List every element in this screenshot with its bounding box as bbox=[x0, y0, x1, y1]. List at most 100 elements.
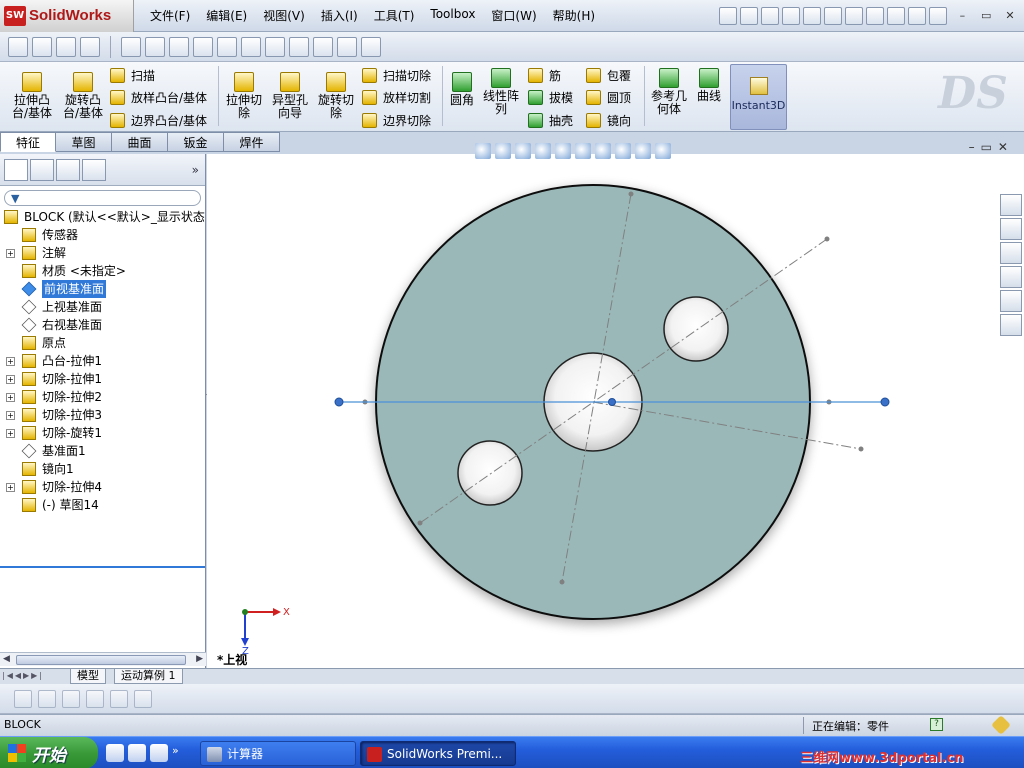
tree-item[interactable]: 上视基准面 bbox=[0, 298, 205, 316]
extruded-cut-button[interactable]: 拉伸切除 bbox=[224, 72, 264, 120]
tab-surfaces[interactable]: 曲面 bbox=[112, 132, 168, 152]
tree-item[interactable]: + 切除-拉伸2 bbox=[0, 388, 205, 406]
view-trimetric-icon[interactable] bbox=[313, 36, 333, 57]
tab-features[interactable]: 特征 bbox=[0, 132, 56, 152]
tag-icon[interactable] bbox=[991, 715, 1011, 735]
menu-toolbox[interactable]: Toolbox bbox=[422, 7, 483, 24]
tree-item[interactable]: + 切除-拉伸4 bbox=[0, 478, 205, 496]
menu-edit[interactable]: 编辑(E) bbox=[198, 7, 255, 24]
tree-item[interactable]: 前视基准面 bbox=[0, 280, 205, 298]
tab-model[interactable]: 模型 bbox=[70, 669, 106, 684]
view-back-icon[interactable] bbox=[169, 36, 189, 57]
design-library-icon[interactable] bbox=[1000, 218, 1022, 240]
expand-toggle-icon[interactable]: + bbox=[6, 411, 15, 420]
sweep-button[interactable]: 扫描 bbox=[110, 67, 155, 84]
tree-root[interactable]: BLOCK (默认<<默认>_显示状态 1 bbox=[0, 208, 216, 226]
tree-item[interactable]: 原点 bbox=[0, 334, 205, 352]
view-palette-icon[interactable] bbox=[1000, 266, 1022, 288]
expand-toggle-icon[interactable]: + bbox=[6, 375, 15, 384]
home-icon[interactable] bbox=[1000, 194, 1022, 216]
custom-properties-icon[interactable] bbox=[1000, 314, 1022, 336]
menu-file[interactable]: 文件(F) bbox=[142, 7, 198, 24]
select-icon[interactable] bbox=[56, 36, 76, 57]
expand-toggle-icon[interactable]: + bbox=[6, 393, 15, 402]
view-iso-icon[interactable] bbox=[289, 36, 309, 57]
expand-toggle-icon[interactable]: + bbox=[6, 357, 15, 366]
internet-explorer-icon[interactable] bbox=[128, 744, 146, 762]
tree-filter-input[interactable]: ▼ bbox=[4, 190, 201, 206]
instant3d-button[interactable]: Instant3D bbox=[730, 64, 787, 130]
extruded-boss-button[interactable]: 拉伸凸台/基体 bbox=[8, 72, 56, 120]
start-button[interactable]: 开始 bbox=[0, 737, 98, 768]
boundary-boss-button[interactable]: 边界凸台/基体 bbox=[110, 112, 207, 129]
fastening-icon[interactable] bbox=[134, 689, 152, 708]
curves-button[interactable]: 曲线 bbox=[694, 68, 724, 103]
tab-motion-study[interactable]: 运动算例 1 bbox=[114, 669, 183, 684]
scroll-thumb[interactable] bbox=[16, 655, 186, 665]
tree-horizontal-scrollbar[interactable]: ◀ ▶ bbox=[0, 652, 206, 666]
tree-item[interactable]: + 注解 bbox=[0, 244, 205, 262]
save-icon[interactable] bbox=[782, 6, 801, 25]
draft-button[interactable]: 拔模 bbox=[528, 89, 573, 106]
view-left-icon[interactable] bbox=[193, 36, 213, 57]
mirror-button[interactable]: 镜向 bbox=[586, 112, 631, 129]
expand-toggle-icon[interactable]: + bbox=[6, 483, 15, 492]
hole-wizard-button[interactable]: 异型孔向导 bbox=[268, 72, 312, 120]
view-dimetric-icon[interactable] bbox=[337, 36, 357, 57]
options-icon[interactable] bbox=[908, 6, 927, 25]
viewport-window-controls[interactable]: –▭✕ bbox=[969, 140, 1014, 154]
line-style-icon[interactable] bbox=[86, 689, 104, 708]
solidworks-logo[interactable]: SW SolidWorks bbox=[0, 0, 134, 32]
revolved-boss-button[interactable]: 旋转凸台/基体 bbox=[60, 72, 106, 120]
normal-to-icon[interactable] bbox=[121, 36, 141, 57]
configuration-manager-tab-icon[interactable] bbox=[56, 158, 80, 181]
align-icon[interactable] bbox=[110, 689, 128, 708]
menu-insert[interactable]: 插入(I) bbox=[313, 7, 366, 24]
view-front-icon[interactable] bbox=[145, 36, 165, 57]
loft-button[interactable]: 放样凸台/基体 bbox=[110, 89, 207, 106]
file-explorer-icon[interactable] bbox=[1000, 242, 1022, 264]
boundary-cut-button[interactable]: 边界切除 bbox=[362, 112, 431, 129]
pin-icon[interactable] bbox=[719, 6, 738, 25]
tree-item[interactable]: 材质 <未指定> bbox=[0, 262, 205, 280]
swept-cut-button[interactable]: 扫描切除 bbox=[362, 67, 431, 84]
shell-button[interactable]: 抽壳 bbox=[528, 112, 573, 129]
revolved-cut-button[interactable]: 旋转切除 bbox=[316, 72, 356, 120]
properties-icon[interactable] bbox=[8, 36, 28, 57]
graphics-area[interactable]: –▭✕ X Z *上视 bbox=[207, 140, 1024, 668]
taskbar-button-solidworks[interactable]: SolidWorks Premi... bbox=[360, 741, 516, 766]
property-manager-tab-icon[interactable] bbox=[30, 158, 54, 181]
minimize-icon[interactable]: – bbox=[954, 9, 970, 23]
scroll-right-icon[interactable]: ▶ bbox=[196, 654, 203, 664]
lofted-cut-button[interactable]: 放样切割 bbox=[362, 89, 431, 106]
rib-button[interactable]: 筋 bbox=[528, 67, 561, 84]
dome-button[interactable]: 圆顶 bbox=[586, 89, 631, 106]
menu-help[interactable]: 帮助(H) bbox=[545, 7, 603, 24]
tree-item[interactable]: 传感器 bbox=[0, 226, 205, 244]
print-icon[interactable] bbox=[803, 6, 822, 25]
scroll-left-icon[interactable]: ◀ bbox=[3, 654, 10, 664]
fillet-button[interactable]: 圆角 bbox=[448, 72, 476, 107]
tree-item[interactable]: + 凸台-拉伸1 bbox=[0, 352, 205, 370]
reference-geometry-button[interactable]: 参考几何体 bbox=[650, 68, 688, 116]
tree-item[interactable]: + 切除-旋转1 bbox=[0, 424, 205, 442]
feature-tree-tab-icon[interactable] bbox=[4, 158, 28, 181]
appearance-icon[interactable] bbox=[80, 36, 100, 57]
appearances-icon[interactable] bbox=[1000, 290, 1022, 312]
dimxpert-tab-icon[interactable] bbox=[82, 158, 106, 181]
view-top-icon[interactable] bbox=[241, 36, 261, 57]
restore-icon[interactable]: ▭ bbox=[978, 9, 994, 23]
redo-icon[interactable] bbox=[845, 6, 864, 25]
wrap-button[interactable]: 包覆 bbox=[586, 67, 631, 84]
view-right-icon[interactable] bbox=[217, 36, 237, 57]
taskbar-button-calculator[interactable]: 计算器 bbox=[200, 741, 356, 766]
tab-sketch[interactable]: 草图 bbox=[56, 132, 112, 152]
undo-icon[interactable] bbox=[824, 6, 843, 25]
menu-view[interactable]: 视图(V) bbox=[255, 7, 313, 24]
expand-toggle-icon[interactable]: + bbox=[6, 249, 15, 258]
open-folder-icon[interactable] bbox=[761, 6, 780, 25]
rollback-bar[interactable] bbox=[0, 566, 205, 568]
tree-item[interactable]: + 切除-拉伸3 bbox=[0, 406, 205, 424]
expand-chevron-icon[interactable]: » bbox=[192, 163, 199, 177]
linear-pattern-button[interactable]: 线性阵列 bbox=[482, 68, 520, 116]
